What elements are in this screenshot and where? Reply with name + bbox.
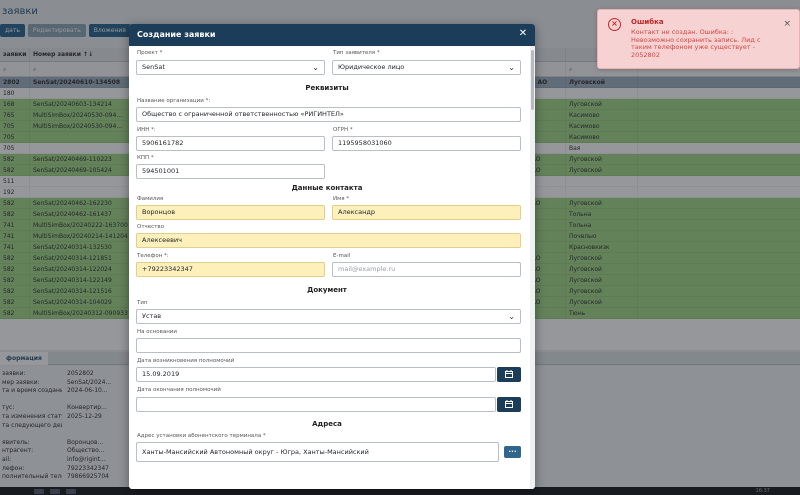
dialog-title: Создание заявки [137, 30, 216, 39]
install-address-label: Адрес установки абонентского терминала * [137, 433, 266, 439]
error-notification: × Ошибка Контакт не создан. Ошибка: : Не… [597, 9, 800, 69]
first-name-label: Имя * [333, 196, 350, 202]
email-label: E-mail [333, 253, 351, 259]
section-contact: Данные контакта [291, 184, 363, 192]
section-address: Адреса [312, 420, 342, 428]
power-end-label: Дата окончания полномочий [137, 387, 221, 393]
project-label: Проект * [137, 50, 163, 56]
error-title: Ошибка [631, 18, 664, 26]
org-name-label: Название организации *: [137, 98, 211, 104]
section-document: Документ [307, 286, 347, 294]
org-name-field[interactable]: Общество с ограниченной ответственностью… [136, 107, 521, 122]
power-end-calendar-button[interactable] [497, 397, 521, 412]
power-start-calendar-button[interactable] [497, 367, 521, 382]
chevron-down-icon: ⌄ [508, 312, 515, 321]
power-end-field[interactable] [136, 397, 496, 412]
dialog-body: Проект * SenSat ⌄ Тип заявителя * Юридич… [129, 46, 535, 489]
doc-type-label: Тип [137, 300, 148, 306]
close-icon[interactable]: ✕ [517, 28, 529, 40]
applicant-type-label: Тип заявителя * [333, 50, 380, 56]
address-more-button[interactable]: ... [504, 446, 521, 458]
project-select[interactable]: SenSat ⌄ [136, 60, 325, 75]
power-start-label: Дата возникновения полномочий [137, 358, 235, 364]
dialog-header: Создание заявки ✕ [129, 24, 535, 46]
patronymic-label: Отчество [137, 224, 165, 230]
calendar-icon [505, 370, 513, 378]
inn-field[interactable]: 5906161782 [136, 136, 325, 151]
doc-type-value: Устав [142, 312, 162, 320]
close-icon[interactable]: × [783, 19, 791, 29]
kpp-field[interactable]: 594501001 [136, 164, 325, 179]
basis-label: На основании [137, 329, 177, 335]
basis-field[interactable] [136, 338, 521, 353]
last-name-field[interactable]: Воронцов [136, 205, 325, 220]
email-field[interactable]: mail@example.ru [332, 262, 521, 277]
ogrn-field[interactable]: 1195958031060 [332, 136, 521, 151]
dialog-scrollbar[interactable] [530, 46, 535, 489]
create-request-dialog: Создание заявки ✕ Проект * SenSat ⌄ Тип … [129, 24, 535, 489]
applicant-type-select[interactable]: Юридическое лицо ⌄ [332, 60, 521, 75]
ogrn-label: ОГРН * [333, 127, 353, 133]
inn-label: ИНН *: [137, 127, 156, 133]
doc-type-select[interactable]: Устав ⌄ [136, 309, 521, 324]
error-icon: × [608, 18, 621, 31]
phone-label: Телефон *: [137, 253, 169, 259]
first-name-field[interactable]: Александр [332, 205, 521, 220]
last-name-label: Фамилия [137, 196, 164, 202]
power-start-field[interactable]: 15.09.2019 [136, 367, 496, 382]
patronymic-field[interactable]: Алексеевич [136, 233, 521, 248]
applicant-type-value: Юридическое лицо [338, 63, 405, 71]
project-value: SenSat [142, 63, 165, 71]
chevron-down-icon: ⌄ [508, 63, 515, 72]
install-address-field[interactable]: Ханты-Мансийский Автономный округ - Югра… [136, 442, 499, 462]
section-requisites: Реквизиты [305, 84, 349, 92]
kpp-label: КПП * [137, 155, 154, 161]
calendar-icon [505, 400, 513, 408]
chevron-down-icon: ⌄ [312, 63, 319, 72]
scrollbar-thumb[interactable] [531, 50, 534, 110]
phone-field[interactable]: +79223342347 [136, 262, 325, 277]
error-message: Контакт не создан. Ошибка: : Невозможно … [631, 28, 761, 59]
